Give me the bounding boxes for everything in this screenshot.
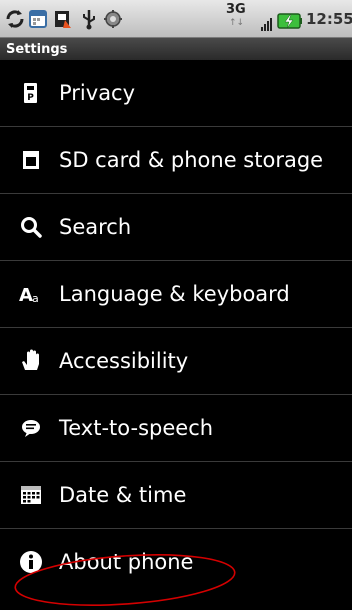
calendar-icon (18, 482, 44, 508)
svg-text:a: a (32, 292, 39, 305)
page-title: Settings (6, 42, 68, 57)
debug-icon (102, 8, 124, 30)
sync-icon (4, 8, 26, 30)
settings-list: P Privacy SD card & phone storage Search… (0, 60, 352, 596)
settings-item-label: Accessibility (59, 349, 189, 373)
network-type: 3G (226, 2, 246, 17)
settings-item-storage[interactable]: SD card & phone storage (0, 127, 352, 194)
settings-item-about[interactable]: About phone (0, 529, 352, 596)
status-bar[interactable]: 3G ↑↓ 12:55 (0, 0, 352, 38)
settings-item-label: Date & time (59, 483, 187, 507)
signal-icon (261, 14, 275, 32)
settings-item-tts[interactable]: Text-to-speech (0, 395, 352, 462)
settings-item-language[interactable]: Aa Language & keyboard (0, 261, 352, 328)
accessibility-icon (18, 348, 44, 374)
search-icon (18, 214, 44, 240)
settings-item-accessibility[interactable]: Accessibility (0, 328, 352, 395)
battery-charging-icon (277, 12, 303, 30)
sd-card-icon (18, 147, 44, 173)
settings-item-privacy[interactable]: P Privacy (0, 60, 352, 127)
language-icon: Aa (18, 281, 44, 307)
settings-item-label: Search (59, 215, 132, 239)
flag-icon (52, 8, 74, 30)
calendar-icon (27, 8, 49, 30)
title-bar: Settings (0, 38, 352, 60)
clock: 12:55 (306, 10, 352, 28)
settings-item-search[interactable]: Search (0, 194, 352, 261)
settings-item-datetime[interactable]: Date & time (0, 462, 352, 529)
network-activity: ↑↓ (229, 18, 245, 28)
info-icon (18, 549, 44, 575)
settings-item-label: Privacy (59, 81, 136, 105)
settings-item-label: SD card & phone storage (59, 148, 324, 172)
privacy-icon: P (18, 80, 44, 106)
svg-text:A: A (19, 285, 33, 306)
settings-item-label: Text-to-speech (59, 416, 214, 440)
speech-icon (18, 415, 44, 441)
settings-item-label: Language & keyboard (59, 282, 290, 306)
usb-icon (78, 8, 100, 30)
svg-text:P: P (27, 93, 34, 103)
settings-item-label: About phone (59, 550, 194, 574)
